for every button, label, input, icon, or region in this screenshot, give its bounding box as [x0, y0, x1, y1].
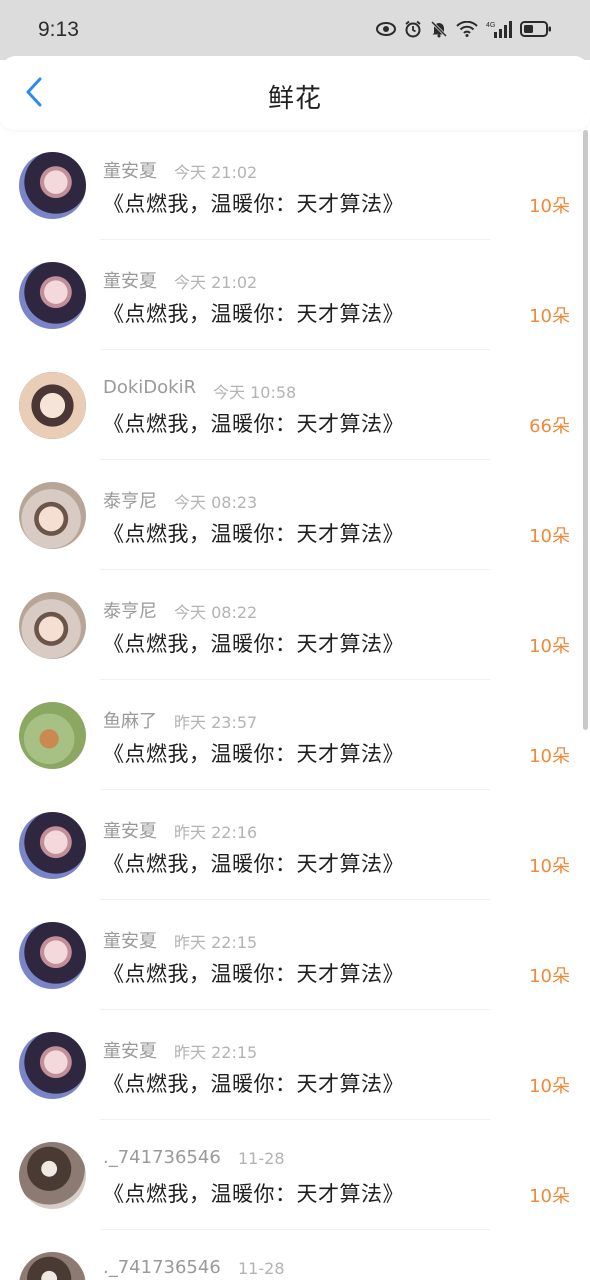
flower-list: 童安夏 今天 21:02 《点燃我，温暖你：天才算法》 10朵 童安夏 今天 21:02 《…: [0, 130, 590, 1280]
flower-count: 66朵: [529, 416, 570, 437]
book-title: 《点燃我，温暖你：天才算法》: [103, 192, 404, 216]
user-name[interactable]: 童安夏: [103, 1037, 157, 1063]
list-item[interactable]: 童安夏 昨天 22:16 《点燃我，温暖你：天才算法》 10朵: [0, 790, 590, 900]
screen: 9:13 4G 鲜花 童安夏 今天 21:02 《点燃我，温暖你：天才算法》 1…: [0, 0, 590, 1280]
item-time: 今天 21:02: [174, 163, 258, 182]
book-title: 《点燃我，温暖你：天才算法》: [103, 632, 404, 656]
list-item[interactable]: 童安夏 今天 21:02 《点燃我，温暖你：天才算法》 10朵: [0, 130, 590, 240]
list-item[interactable]: 童安夏 今天 21:02 《点燃我，温暖你：天才算法》 10朵: [0, 240, 590, 350]
flower-count: 10朵: [529, 1076, 570, 1097]
book-title: 《点燃我，温暖你：天才算法》: [103, 1072, 404, 1096]
user-name[interactable]: ._741736546: [103, 1257, 221, 1278]
flower-count: 10朵: [529, 636, 570, 657]
list-item[interactable]: 泰亨尼 今天 08:23 《点燃我，温暖你：天才算法》 10朵: [0, 460, 590, 570]
user-name[interactable]: 童安夏: [103, 157, 157, 183]
network-type-label: 4G: [486, 22, 495, 29]
user-name[interactable]: 泰亨尼: [103, 487, 157, 513]
user-name[interactable]: 童安夏: [103, 817, 157, 843]
flower-count: 10朵: [529, 746, 570, 767]
flower-count: 10朵: [529, 966, 570, 987]
book-title: 《点燃我，温暖你：天才算法》: [103, 852, 404, 876]
avatar[interactable]: [19, 592, 86, 659]
battery-icon: [520, 20, 552, 38]
flower-count: 10朵: [529, 1186, 570, 1207]
avatar[interactable]: [19, 372, 86, 439]
avatar[interactable]: [19, 702, 86, 769]
status-time: 9:13: [38, 18, 79, 41]
book-title: 《点燃我，温暖你：天才算法》: [103, 302, 404, 326]
book-title: 《点燃我，温暖你：天才算法》: [103, 742, 404, 766]
avatar[interactable]: [19, 1142, 86, 1209]
user-name[interactable]: 童安夏: [103, 267, 157, 293]
header: 鲜花: [0, 56, 590, 130]
avatar[interactable]: [19, 1252, 86, 1280]
user-name[interactable]: DokiDokiR: [103, 377, 196, 398]
list-item[interactable]: 鱼麻了 昨天 23:57 《点燃我，温暖你：天才算法》 10朵: [0, 680, 590, 790]
avatar[interactable]: [19, 152, 86, 219]
status-icons: 4G: [376, 20, 552, 38]
list-item[interactable]: 童安夏 昨天 22:15 《点燃我，温暖你：天才算法》 10朵: [0, 1010, 590, 1120]
list-item[interactable]: 童安夏 昨天 22:15 《点燃我，温暖你：天才算法》 10朵: [0, 900, 590, 1010]
book-title: 《点燃我，温暖你：天才算法》: [103, 962, 404, 986]
book-title: 《点燃我，温暖你：天才算法》: [103, 1182, 404, 1206]
flower-count: 10朵: [529, 856, 570, 877]
item-time: 昨天 22:15: [174, 933, 258, 952]
avatar[interactable]: [19, 1032, 86, 1099]
list-item[interactable]: 泰亨尼 今天 08:22 《点燃我，温暖你：天才算法》 10朵: [0, 570, 590, 680]
item-time: 今天 08:22: [174, 603, 258, 622]
item-time: 11-28: [238, 1149, 285, 1168]
avatar[interactable]: [19, 812, 86, 879]
mute-bell-icon: [430, 20, 448, 38]
list-item[interactable]: ._741736546 11-28: [0, 1230, 590, 1280]
avatar[interactable]: [19, 482, 86, 549]
book-title: 《点燃我，温暖你：天才算法》: [103, 522, 404, 546]
user-name[interactable]: ._741736546: [103, 1147, 221, 1168]
user-name[interactable]: 童安夏: [103, 927, 157, 953]
scrollbar[interactable]: [583, 130, 588, 730]
avatar[interactable]: [19, 262, 86, 329]
alarm-icon: [404, 20, 422, 38]
page-title: 鲜花: [267, 84, 322, 114]
user-name[interactable]: 泰亨尼: [103, 597, 157, 623]
item-time: 昨天 22:16: [174, 823, 258, 842]
status-bar: 9:13 4G: [0, 0, 590, 60]
item-time: 昨天 22:15: [174, 1043, 258, 1062]
item-time: 今天 21:02: [174, 273, 258, 292]
avatar[interactable]: [19, 922, 86, 989]
item-time: 11-28: [238, 1259, 285, 1278]
flower-count: 10朵: [529, 306, 570, 327]
list-item[interactable]: DokiDokiR 今天 10:58 《点燃我，温暖你：天才算法》 66朵: [0, 350, 590, 460]
item-time: 今天 10:58: [213, 383, 297, 402]
list-item[interactable]: ._741736546 11-28 《点燃我，温暖你：天才算法》 10朵: [0, 1120, 590, 1230]
flower-count: 10朵: [529, 526, 570, 547]
signal-icon: 4G: [486, 20, 512, 38]
item-time: 昨天 23:57: [174, 713, 258, 732]
item-time: 今天 08:23: [174, 493, 258, 512]
flower-count: 10朵: [529, 196, 570, 217]
book-title: 《点燃我，温暖你：天才算法》: [103, 412, 404, 436]
eye-icon: [376, 21, 396, 37]
wifi-icon: [456, 21, 478, 37]
user-name[interactable]: 鱼麻了: [103, 707, 157, 733]
